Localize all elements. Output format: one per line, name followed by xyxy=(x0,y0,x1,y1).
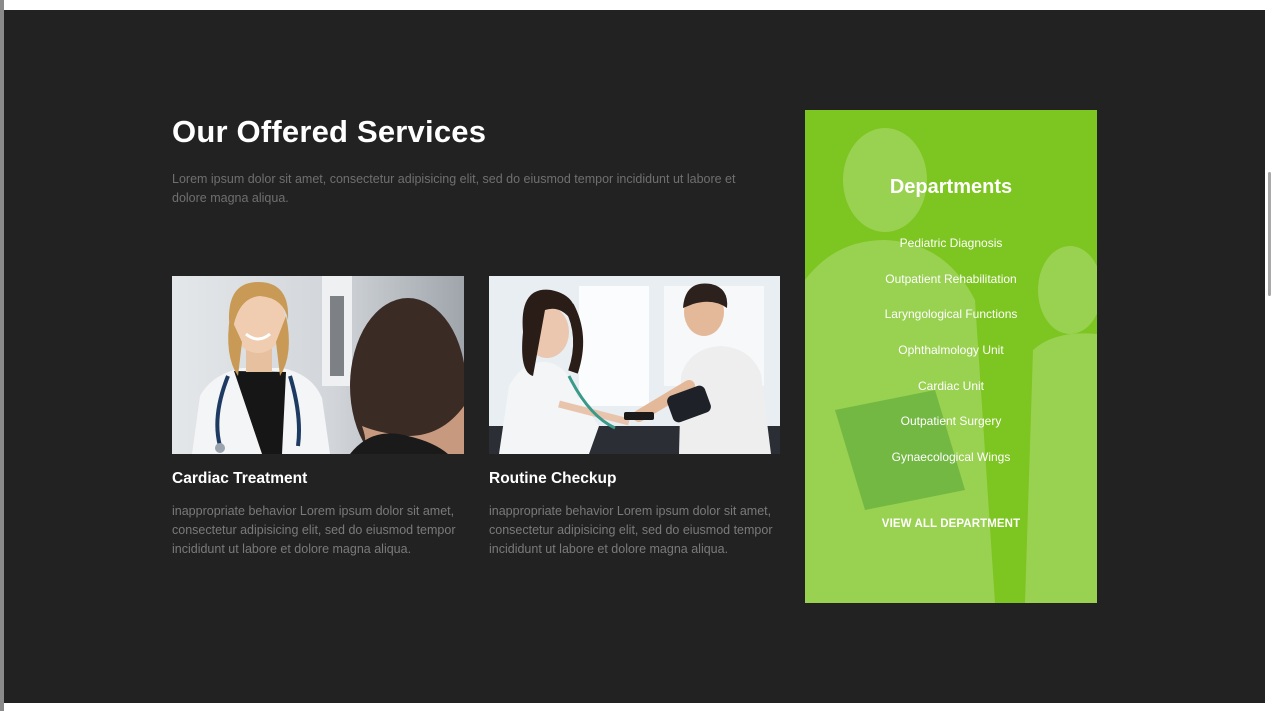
department-link-gynaecological-wings[interactable]: Gynaecological Wings xyxy=(805,448,1097,484)
service-card-routine-checkup[interactable]: Routine Checkup inappropriate behavior L… xyxy=(489,276,780,559)
card-text: inappropriate behavior Lorem ipsum dolor… xyxy=(489,504,773,556)
department-link-cardiac-unit[interactable]: Cardiac Unit xyxy=(805,377,1097,413)
scrollbar-track[interactable] xyxy=(1265,0,1273,711)
scrollbar-thumb[interactable] xyxy=(1268,172,1271,296)
service-card-cardiac-treatment[interactable]: Cardiac Treatment inappropriate behavior… xyxy=(172,276,464,559)
view-all-departments-link[interactable]: VIEW ALL DEPARTMENT xyxy=(805,518,1097,530)
departments-list: Pediatric Diagnosis Outpatient Rehabilit… xyxy=(805,234,1097,484)
department-link-ophthalmology-unit[interactable]: Ophthalmology Unit xyxy=(805,341,1097,377)
section-intro: Lorem ipsum dolor sit amet, consectetur … xyxy=(172,172,736,205)
departments-title: Departments xyxy=(889,176,1013,198)
card-text: inappropriate behavior Lorem ipsum dolor… xyxy=(172,504,456,556)
departments-panel: Departments Pediatric Diagnosis Outpatie… xyxy=(805,110,1097,603)
blood-pressure-check-photo xyxy=(489,276,780,454)
card-title: Cardiac Treatment xyxy=(172,470,308,487)
department-link-pediatric-diagnosis[interactable]: Pediatric Diagnosis xyxy=(805,234,1097,270)
department-link-laryngological-functions[interactable]: Laryngological Functions xyxy=(805,305,1097,341)
doctor-smiling-photo xyxy=(172,276,464,454)
department-link-outpatient-surgery[interactable]: Outpatient Surgery xyxy=(805,412,1097,448)
section-heading: Our Offered Services xyxy=(172,114,487,149)
card-title: Routine Checkup xyxy=(489,470,617,487)
services-section: Our Offered Services Lorem ipsum dolor s… xyxy=(4,10,1265,703)
department-link-outpatient-rehabilitation[interactable]: Outpatient Rehabilitation xyxy=(805,270,1097,306)
